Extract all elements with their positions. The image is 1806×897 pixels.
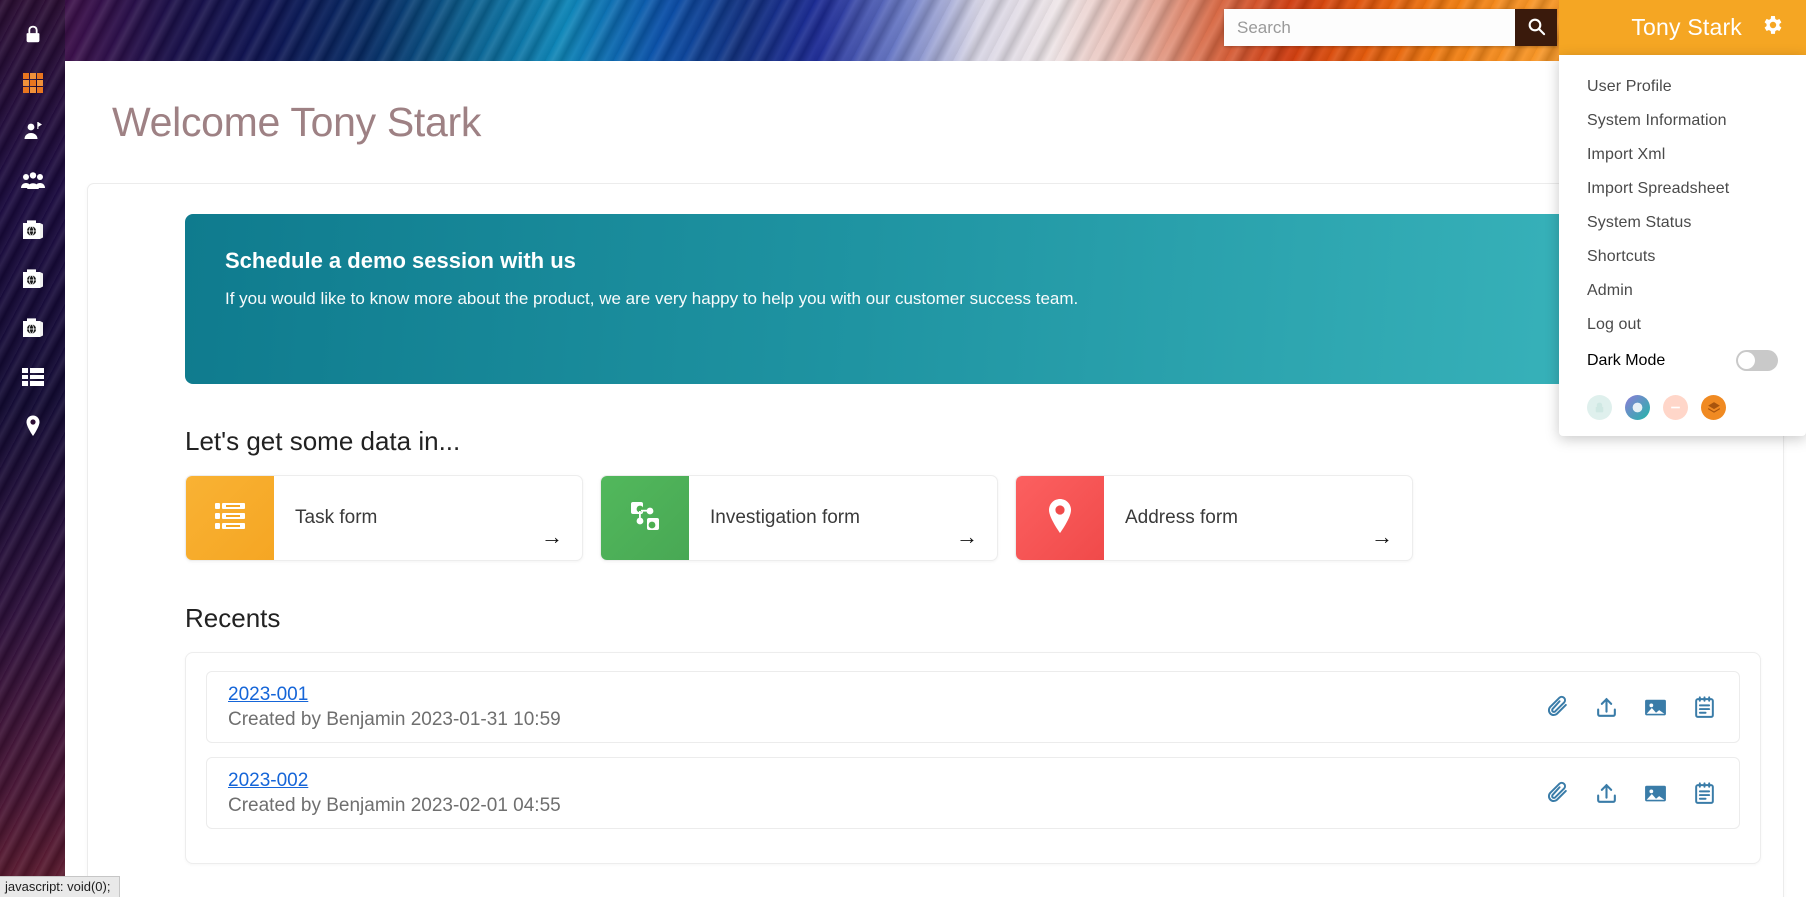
sidebar-item-home[interactable] (13, 10, 53, 58)
box-globe-icon-2 (21, 267, 45, 291)
map-pin-icon (23, 414, 43, 438)
recents-list: 2023-001 Created by Benjamin 2023-01-31 … (185, 652, 1761, 864)
form-card-task[interactable]: Task form → (185, 475, 583, 561)
menu-item-log-out[interactable]: Log out (1559, 308, 1806, 342)
recent-row-text: 2023-001 Created by Benjamin 2023-01-31 … (228, 684, 561, 731)
upload-icon[interactable] (1594, 695, 1619, 720)
form-icon-wrap (601, 476, 689, 560)
group-users-icon (20, 171, 46, 191)
form-card-label: Task form (295, 507, 378, 528)
form-icon-wrap (1016, 476, 1104, 560)
user-menu-area: Tony Stark (1559, 0, 1806, 55)
recent-row-text: 2023-002 Created by Benjamin 2023-02-01 … (228, 770, 561, 817)
theme-globe-icon[interactable] (1625, 395, 1650, 420)
gear-icon (1760, 13, 1784, 42)
dark-mode-label: Dark Mode (1587, 351, 1666, 369)
form-icon-wrap (186, 476, 274, 560)
recent-row-actions (1545, 781, 1717, 806)
recent-row-actions (1545, 695, 1717, 720)
map-pin-icon (1045, 497, 1075, 540)
promo-title: Schedule a demo session with us (225, 248, 576, 273)
left-sidebar (0, 0, 65, 897)
arrow-right-icon: → (541, 524, 563, 549)
sidebar-item-module-1[interactable] (13, 206, 53, 254)
recents-section-title: Recents (185, 603, 281, 633)
sidebar-item-tasks[interactable] (13, 353, 53, 401)
top-header-bar: Tony Stark (0, 0, 1806, 55)
table-row[interactable]: 2023-001 Created by Benjamin 2023-01-31 … (206, 671, 1740, 743)
sidebar-item-user-edit[interactable] (13, 108, 53, 156)
sidebar-item-groups[interactable] (13, 157, 53, 205)
form-card-label: Investigation form (710, 507, 860, 528)
browser-status-bar: javascript: void(0); (0, 876, 121, 897)
image-icon[interactable] (1643, 781, 1668, 806)
list-table-icon (21, 367, 44, 387)
user-dropdown-menu: User Profile System Information Import X… (1559, 55, 1806, 436)
notepad-icon[interactable] (1692, 695, 1717, 720)
menu-item-import-spreadsheet[interactable]: Import Spreadsheet (1559, 172, 1806, 206)
page-header: Welcome Tony Stark PR RV J K (65, 61, 1806, 183)
menu-item-system-information[interactable]: System Information (1559, 104, 1806, 138)
theme-sunset-icon[interactable] (1663, 395, 1688, 420)
theme-amber-icon[interactable] (1701, 395, 1726, 420)
upload-icon[interactable] (1594, 781, 1619, 806)
sidebar-item-apps[interactable] (13, 59, 53, 107)
arrow-right-icon: → (1371, 524, 1393, 549)
recent-record-meta: Created by Benjamin 2023-02-01 04:55 (228, 794, 561, 816)
search-icon (1527, 17, 1546, 39)
theme-selector (1559, 379, 1806, 422)
form-card-address[interactable]: Address form → (1015, 475, 1413, 561)
recent-record-meta: Created by Benjamin 2023-01-31 10:59 (228, 708, 561, 730)
forms-section-title: Let's get some data in... (185, 426, 461, 456)
theme-default-icon[interactable] (1587, 395, 1612, 420)
sidebar-item-module-2[interactable] (13, 255, 53, 303)
home-icon (22, 23, 44, 45)
search-box (1224, 9, 1557, 46)
recent-record-link[interactable]: 2023-001 (228, 684, 561, 706)
forms-row: Task form → Investigation form → Address… (185, 475, 1783, 561)
grid-apps-icon (22, 73, 43, 93)
attachment-icon[interactable] (1545, 781, 1570, 806)
user-name-label[interactable]: Tony Stark (1631, 14, 1742, 41)
network-nodes-icon (628, 499, 662, 538)
box-globe-icon-1 (21, 218, 45, 242)
search-input[interactable] (1224, 9, 1515, 46)
menu-item-shortcuts[interactable]: Shortcuts (1559, 240, 1806, 274)
menu-item-import-xml[interactable]: Import Xml (1559, 138, 1806, 172)
settings-gear-button[interactable] (1760, 13, 1784, 42)
table-row[interactable]: 2023-002 Created by Benjamin 2023-02-01 … (206, 757, 1740, 829)
dark-mode-toggle[interactable] (1736, 350, 1778, 371)
search-button[interactable] (1515, 9, 1557, 46)
box-globe-icon-3 (21, 316, 45, 340)
main-content-panel: Welcome Tony Stark PR RV J K Schedule a … (65, 61, 1806, 897)
sidebar-item-address[interactable] (13, 402, 53, 450)
menu-item-system-status[interactable]: System Status (1559, 206, 1806, 240)
recent-record-link[interactable]: 2023-002 (228, 770, 561, 792)
promo-subtitle: If you would like to know more about the… (225, 289, 1079, 308)
menu-item-admin[interactable]: Admin (1559, 274, 1806, 308)
image-icon[interactable] (1643, 695, 1668, 720)
form-card-investigation[interactable]: Investigation form → (600, 475, 998, 561)
dashboard-card: Schedule a demo session with us If you w… (87, 183, 1784, 897)
sidebar-item-module-3[interactable] (13, 304, 53, 352)
page-title: Welcome Tony Stark (112, 98, 482, 145)
attachment-icon[interactable] (1545, 695, 1570, 720)
arrow-right-icon: → (956, 524, 978, 549)
menu-item-dark-mode: Dark Mode (1559, 342, 1806, 379)
promo-banner: Schedule a demo session with us If you w… (185, 214, 1688, 384)
notepad-icon[interactable] (1692, 781, 1717, 806)
task-list-icon (213, 499, 247, 538)
form-card-label: Address form (1125, 507, 1238, 528)
menu-item-user-profile[interactable]: User Profile (1559, 70, 1806, 104)
user-edit-icon (21, 120, 45, 144)
